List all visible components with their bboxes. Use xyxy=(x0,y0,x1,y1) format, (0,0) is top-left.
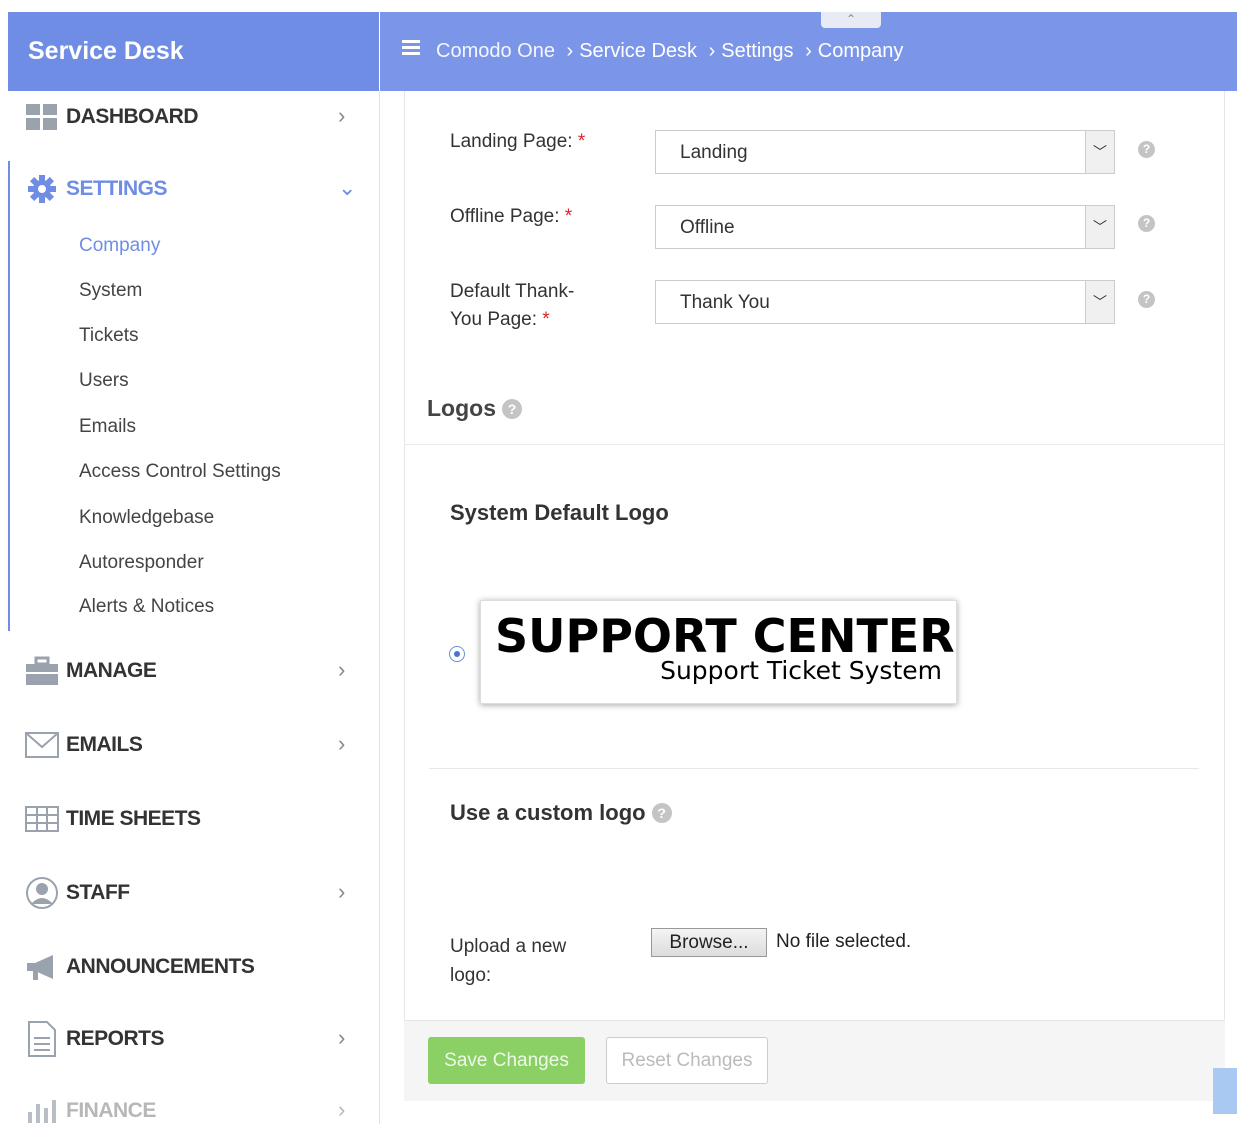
chevron-right-icon: › xyxy=(338,1025,346,1050)
active-section-indicator xyxy=(8,161,10,631)
landing-page-label: Landing Page: * xyxy=(450,131,586,152)
sidebar-item-time-sheets[interactable]: TIME SHEETS xyxy=(24,801,201,837)
sidebar-item-announcements[interactable]: ANNOUNCEMENTS xyxy=(24,949,255,985)
dashboard-icon xyxy=(24,101,60,133)
chevron-right-icon: › xyxy=(338,657,346,682)
sidebar: DASHBOARD › SETTINGS ⌄ Company System Ti… xyxy=(8,91,380,1124)
settings-item-autoresponder[interactable]: Autoresponder xyxy=(79,552,204,574)
settings-item-users[interactable]: Users xyxy=(79,370,129,392)
scroll-to-top-button[interactable] xyxy=(1213,1068,1237,1114)
breadcrumb: Comodo One › Service Desk › Settings › Comp… xyxy=(436,40,904,62)
chevron-down-icon: ﹀ xyxy=(1085,131,1114,173)
help-icon[interactable]: ? xyxy=(502,399,522,419)
logo-subtitle: Support Ticket System xyxy=(660,656,942,685)
sidebar-item-reports[interactable]: REPORTS xyxy=(24,1021,165,1057)
briefcase-icon xyxy=(24,655,60,687)
breadcrumb-item[interactable]: Comodo One xyxy=(436,40,555,62)
sidebar-item-manage[interactable]: MANAGE xyxy=(24,653,157,689)
reset-changes-button[interactable]: Reset Changes xyxy=(606,1037,768,1084)
sidebar-item-label: EMAILS xyxy=(66,733,143,756)
settings-item-access-control[interactable]: Access Control Settings xyxy=(79,461,281,483)
user-circle-icon xyxy=(24,877,60,909)
thank-you-page-label: Default Thank- You Page: * xyxy=(450,281,575,330)
settings-item-company[interactable]: Company xyxy=(79,235,160,257)
chevron-down-icon: ⌄ xyxy=(338,175,357,200)
breadcrumb-item[interactable]: Settings xyxy=(721,40,793,62)
chevron-right-icon: › xyxy=(338,1097,346,1122)
sidebar-item-label: TIME SHEETS xyxy=(66,807,201,830)
sidebar-item-dashboard[interactable]: DASHBOARD xyxy=(24,99,199,135)
offline-page-label: Offline Page: * xyxy=(450,206,573,227)
sidebar-item-label: DASHBOARD xyxy=(66,105,199,128)
sidebar-item-settings[interactable]: SETTINGS xyxy=(24,171,168,207)
sidebar-item-label: REPORTS xyxy=(66,1027,165,1050)
chevron-right-icon: › xyxy=(338,731,346,756)
sidebar-item-emails[interactable]: EMAILS xyxy=(24,727,143,763)
system-default-logo-heading: System Default Logo xyxy=(450,500,669,525)
logo-title: SUPPORT CENTER xyxy=(495,609,955,663)
help-icon[interactable]: ? xyxy=(1138,291,1155,308)
file-status: No file selected. xyxy=(776,931,912,952)
bar-chart-icon xyxy=(24,1095,60,1124)
sidebar-item-label: MANAGE xyxy=(66,659,157,682)
browse-button[interactable]: Browse... xyxy=(651,928,767,957)
chevron-right-icon: › xyxy=(338,879,346,904)
menu-icon[interactable] xyxy=(402,40,420,56)
sidebar-item-label: SETTINGS xyxy=(66,177,168,200)
sidebar-item-label: STAFF xyxy=(66,881,130,904)
help-icon[interactable]: ? xyxy=(1138,215,1155,232)
settings-item-emails[interactable]: Emails xyxy=(79,416,136,438)
envelope-icon xyxy=(24,729,60,761)
app-title: Service Desk xyxy=(8,12,379,91)
settings-item-tickets[interactable]: Tickets xyxy=(79,325,138,347)
default-logo-preview[interactable]: SUPPORT CENTER Support Ticket System xyxy=(480,600,957,704)
upload-logo-label: Upload a new logo: xyxy=(450,936,567,986)
custom-logo-heading: Use a custom logo? xyxy=(450,800,672,826)
offline-page-select[interactable]: Offline ﹀ xyxy=(655,205,1115,249)
chevron-down-icon: ﹀ xyxy=(1085,281,1114,323)
megaphone-icon xyxy=(24,951,60,983)
sidebar-item-finance[interactable]: FINANCE xyxy=(24,1093,156,1124)
thank-you-page-select[interactable]: Thank You ﹀ xyxy=(655,280,1115,324)
settings-item-knowledgebase[interactable]: Knowledgebase xyxy=(79,507,214,529)
chevron-right-icon: › xyxy=(338,103,346,128)
chevron-down-icon: ﹀ xyxy=(1085,206,1114,248)
sidebar-item-label: ANNOUNCEMENTS xyxy=(66,955,255,978)
breadcrumb-item[interactable]: Service Desk xyxy=(579,40,697,62)
help-icon[interactable]: ? xyxy=(1138,141,1155,158)
settings-item-system[interactable]: System xyxy=(79,280,142,302)
breadcrumb-item[interactable]: Company xyxy=(818,40,904,62)
default-logo-radio[interactable] xyxy=(449,646,465,662)
save-changes-button[interactable]: Save Changes xyxy=(428,1037,585,1084)
settings-item-alerts-notices[interactable]: Alerts & Notices xyxy=(79,596,214,618)
top-bar: ⌃ Comodo One › Service Desk › Settings › Co… xyxy=(380,12,1237,91)
logos-section-title: Logos? xyxy=(427,395,522,422)
landing-page-select[interactable]: Landing ﹀ xyxy=(655,130,1115,174)
sidebar-item-label: FINANCE xyxy=(66,1099,156,1122)
help-icon[interactable]: ? xyxy=(651,803,672,823)
document-icon xyxy=(24,1021,60,1057)
sidebar-item-staff[interactable]: STAFF xyxy=(24,875,130,911)
table-grid-icon xyxy=(24,803,60,835)
gear-icon xyxy=(24,173,60,205)
